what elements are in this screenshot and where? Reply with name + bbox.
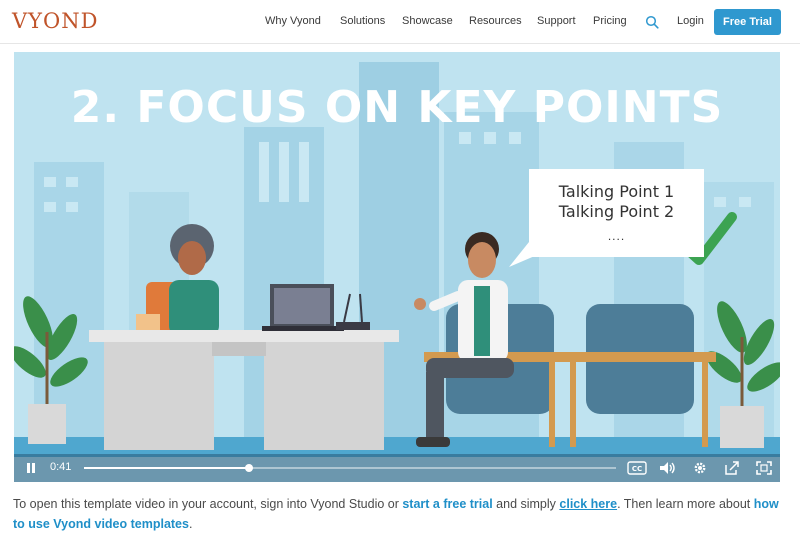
video-player[interactable]: 2. FOCUS ON KEY POINTS Talking Point 1 T… [14,52,780,482]
volume-icon[interactable] [656,454,680,482]
caption-text-2: and simply [492,497,560,511]
talking-point-2: Talking Point 2 [558,202,675,221]
vyond-logo[interactable]: VYOND [12,9,98,33]
free-trial-button[interactable]: Free Trial [714,9,781,35]
login-link[interactable]: Login [677,15,704,27]
speech-bubble: Talking Point 1 Talking Point 2 .... [529,169,704,257]
video-title: 2. FOCUS ON KEY POINTS [70,82,724,133]
progress-knob[interactable] [244,464,253,472]
cc-icon[interactable]: CC [624,454,650,482]
video-controls: 0:41 CC [14,454,780,482]
current-time: 0:41 [50,461,72,473]
svg-text:CC: CC [632,465,642,473]
site-header: VYOND Why Vyond Solutions Showcase Resou… [0,0,800,44]
nav-pricing[interactable]: Pricing [593,15,627,27]
progress-fill [84,467,249,469]
template-caption: To open this template video in your acco… [13,494,783,534]
talking-point-1: Talking Point 1 [558,182,675,201]
share-icon[interactable] [720,454,744,482]
click-here-link[interactable]: click here [559,497,617,511]
settings-icon[interactable] [688,454,712,482]
caption-text-1: To open this template video in your acco… [13,497,403,511]
nav-support[interactable]: Support [537,15,576,27]
fullscreen-icon[interactable] [752,454,776,482]
caption-text-4: . [188,517,193,531]
progress-bar[interactable] [84,464,616,472]
nav-why-vyond[interactable]: Why Vyond [265,15,321,27]
start-free-trial-link[interactable]: start a free trial [402,497,492,511]
pause-icon[interactable] [20,454,42,482]
caption-text-3: . Then learn more about [617,497,754,511]
nav-solutions[interactable]: Solutions [340,15,385,27]
search-icon[interactable] [645,15,659,29]
bubble-dots: .... [607,229,626,243]
nav-resources[interactable]: Resources [469,15,522,27]
nav-showcase[interactable]: Showcase [402,15,453,27]
